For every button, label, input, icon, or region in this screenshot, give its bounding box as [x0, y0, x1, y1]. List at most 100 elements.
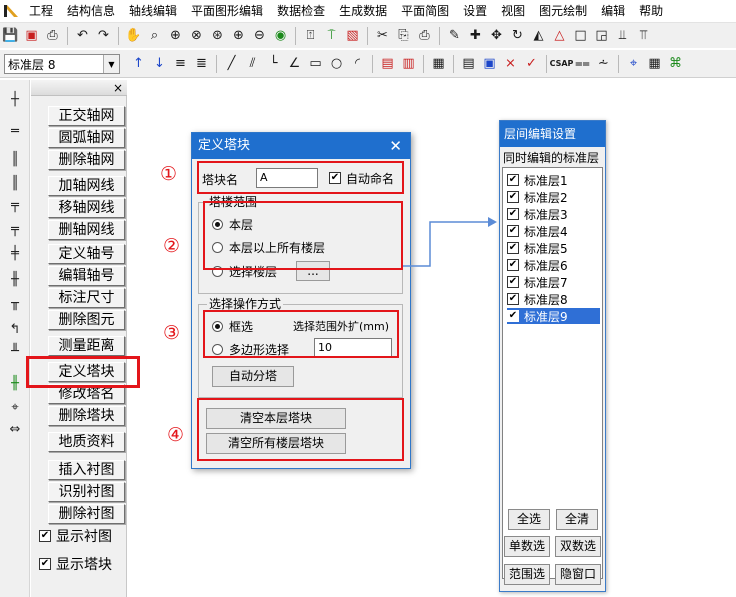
- stretch-icon[interactable]: ◲: [592, 26, 611, 45]
- find-icon[interactable]: ⌖: [624, 54, 643, 73]
- circle-icon[interactable]: ○: [327, 54, 346, 73]
- geology-data-button[interactable]: 地质资料: [48, 432, 125, 452]
- grid-icon[interactable]: ▦: [429, 54, 448, 73]
- angle-line-icon[interactable]: ∠: [285, 54, 304, 73]
- load-icon[interactable]: ╨: [5, 342, 25, 360]
- menu-structure-info[interactable]: 结构信息: [60, 0, 122, 22]
- insert-underlay-button[interactable]: 插入衬图: [48, 460, 125, 480]
- menu-help[interactable]: 帮助: [632, 0, 670, 22]
- arc-grid-button[interactable]: 圆弧轴网: [48, 128, 125, 148]
- menu-settings[interactable]: 设置: [456, 0, 494, 22]
- arrow-icon[interactable]: ⇔: [5, 420, 25, 438]
- report-2-icon[interactable]: ▥: [399, 54, 418, 73]
- edit-axis-number-button[interactable]: 编辑轴号: [48, 266, 125, 286]
- calculator-icon[interactable]: ▦: [645, 54, 664, 73]
- copy-move-icon[interactable]: ✥: [487, 26, 506, 45]
- move-icon[interactable]: ✚: [466, 26, 485, 45]
- wall-2-icon[interactable]: ╫: [5, 270, 25, 288]
- floor-item-1[interactable]: ✔ 标准层1: [507, 172, 600, 188]
- floor-item-4[interactable]: ✔ 标准层4: [507, 223, 600, 239]
- layer-manage-icon[interactable]: ≣: [192, 54, 211, 73]
- paste-icon[interactable]: ⎙: [415, 26, 434, 45]
- cut-icon[interactable]: ✂: [373, 26, 392, 45]
- menu-edit[interactable]: 编辑: [594, 0, 632, 22]
- slab-icon[interactable]: ╥: [5, 294, 25, 312]
- array-icon[interactable]: △: [550, 26, 569, 45]
- hide-window-button[interactable]: 隐窗口: [555, 564, 601, 585]
- layer-up-icon[interactable]: ↑: [129, 54, 148, 73]
- floor-item-6[interactable]: ✔ 标准层6: [507, 257, 600, 273]
- delete-element-button[interactable]: 删除图元: [48, 310, 125, 330]
- axis-line-icon[interactable]: ═: [5, 122, 25, 140]
- zoom-in-icon[interactable]: ⊕: [229, 26, 248, 45]
- select-all-button[interactable]: 全选: [508, 509, 550, 530]
- menu-axis-edit[interactable]: 轴线编辑: [122, 0, 184, 22]
- delete-grid-line-button[interactable]: 删轴网线: [48, 220, 125, 240]
- add-grid-line-button[interactable]: 加轴网线: [48, 176, 125, 196]
- csap-icon[interactable]: CSAP: [550, 54, 574, 73]
- orthogonal-grid-button[interactable]: 正交轴网: [48, 106, 125, 126]
- close-icon[interactable]: ×: [113, 80, 123, 96]
- node-icon[interactable]: ╫: [5, 374, 25, 392]
- save-icon[interactable]: 💾: [1, 26, 20, 45]
- offset-icon[interactable]: □: [571, 26, 590, 45]
- zoom-extent-icon[interactable]: ⊗: [187, 26, 206, 45]
- dimension-button[interactable]: 标注尺寸: [48, 288, 125, 308]
- layer-down-icon[interactable]: ↓: [150, 54, 169, 73]
- layer-edit-icon[interactable]: ▣: [480, 54, 499, 73]
- erase-icon[interactable]: ✎: [445, 26, 464, 45]
- project-icon[interactable]: ▣: [22, 26, 41, 45]
- floor-item-7[interactable]: ✔ 标准层7: [507, 274, 600, 290]
- floor-item-3[interactable]: ✔ 标准层3: [507, 206, 600, 222]
- beam-icon[interactable]: ╤: [5, 196, 25, 214]
- 3d-view-icon[interactable]: ▧: [343, 26, 362, 45]
- menu-project[interactable]: 工程: [22, 0, 60, 22]
- define-axis-number-button[interactable]: 定义轴号: [48, 244, 125, 264]
- move-grid-line-button[interactable]: 移轴网线: [48, 198, 125, 218]
- select-even-button[interactable]: 双数选: [555, 536, 601, 557]
- layer-copy-icon[interactable]: ≡: [171, 54, 190, 73]
- show-underlay-checkbox[interactable]: ✔ 显示衬图: [39, 526, 112, 546]
- menu-data-check[interactable]: 数据检查: [270, 0, 332, 22]
- delete-underlay-button[interactable]: 删除衬图: [48, 504, 125, 524]
- floor-item-2[interactable]: ✔ 标准层2: [507, 189, 600, 205]
- column-2-icon[interactable]: ║: [5, 174, 25, 192]
- zoom-realtime-icon[interactable]: ⌕: [145, 26, 164, 45]
- auto-split-tower-button[interactable]: 自动分塔: [212, 366, 294, 387]
- wall-icon[interactable]: ╪: [5, 244, 25, 262]
- report-icon[interactable]: ▤: [378, 54, 397, 73]
- zoom-window-icon[interactable]: ⊕: [166, 26, 185, 45]
- pan-icon[interactable]: ✋: [124, 26, 143, 45]
- menu-view[interactable]: 视图: [494, 0, 532, 22]
- delete-grid-button[interactable]: 删除轴网: [48, 150, 125, 170]
- floor-item-9[interactable]: ✔ 标准层9: [507, 308, 600, 324]
- menu-plan-graphic-edit[interactable]: 平面图形编辑: [184, 0, 270, 22]
- snap-icon[interactable]: ⨯: [501, 54, 520, 73]
- menu-plan-sketch[interactable]: 平面简图: [394, 0, 456, 22]
- clear-all-button[interactable]: 全清: [556, 509, 598, 530]
- delete-tower-button[interactable]: 删除塔块: [48, 406, 125, 426]
- trim-icon[interactable]: ⫫: [613, 26, 632, 45]
- measure-distance-button[interactable]: 测量距离: [48, 336, 125, 356]
- check-icon[interactable]: ✓: [522, 54, 541, 73]
- redo-icon[interactable]: ↷: [94, 26, 113, 45]
- layer-display-icon[interactable]: ▤: [459, 54, 478, 73]
- section-icon[interactable]: ⌖: [5, 398, 25, 416]
- floor-item-8[interactable]: ✔ 标准层8: [507, 291, 600, 307]
- floor-item-5[interactable]: ✔ 标准层5: [507, 240, 600, 256]
- undo-icon[interactable]: ↶: [73, 26, 92, 45]
- parallel-line-icon[interactable]: ⫽: [243, 54, 262, 73]
- line-icon[interactable]: ╱: [222, 54, 241, 73]
- plan-view-icon[interactable]: ⍐: [301, 26, 320, 45]
- zoom-previous-icon[interactable]: ⊛: [208, 26, 227, 45]
- chevron-down-icon[interactable]: ▼: [103, 55, 119, 73]
- select-odd-button[interactable]: 单数选: [504, 536, 550, 557]
- zoom-all-icon[interactable]: ◉: [271, 26, 290, 45]
- axis-node-icon[interactable]: ┼: [5, 90, 25, 108]
- rectangle-icon[interactable]: ▭: [306, 54, 325, 73]
- arc-icon[interactable]: ◜: [348, 54, 367, 73]
- brace-icon[interactable]: ↰: [5, 320, 25, 338]
- beam-2-icon[interactable]: ╤: [5, 220, 25, 238]
- rotate-icon[interactable]: ↻: [508, 26, 527, 45]
- standard-layer-select[interactable]: 标准层 8 ▼: [4, 54, 120, 74]
